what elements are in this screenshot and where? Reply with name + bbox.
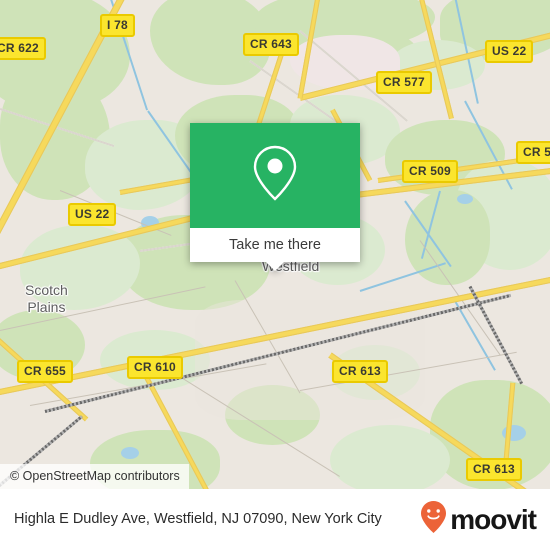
location-popup-card[interactable]: Take me there — [190, 123, 360, 271]
road-shield-cr613-se[interactable]: CR 613 — [466, 458, 522, 481]
road-shield-us22-w[interactable]: US 22 — [68, 203, 117, 226]
map-landuse — [195, 300, 425, 420]
popup-image-placeholder — [190, 123, 360, 228]
take-me-there-button[interactable]: Take me there — [190, 228, 360, 262]
footer-bar: Highla E Dudley Ave, Westfield, NJ 07090… — [0, 489, 550, 550]
place-label-scotch-plains: Scotch Plains — [25, 282, 68, 315]
road-shield-cr509[interactable]: CR 509 — [402, 160, 458, 183]
map-attribution[interactable]: © OpenStreetMap contributors — [0, 464, 189, 489]
road-shield-us22-ne[interactable]: US 22 — [485, 40, 534, 63]
road-shield-cr655[interactable]: CR 655 — [17, 360, 73, 383]
road-shield-cr610[interactable]: CR 610 — [127, 356, 183, 379]
road-shield-cr643[interactable]: CR 643 — [243, 33, 299, 56]
address-label: Highla E Dudley Ave, Westfield, NJ 07090… — [14, 511, 382, 527]
map-lake — [121, 447, 139, 459]
road-shield-cr622[interactable]: CR 622 — [0, 37, 46, 60]
map-pin-icon — [249, 142, 301, 209]
map-canvas[interactable]: Westfield Scotch Plains I 78 CR 622 CR 6… — [0, 0, 550, 489]
moovit-pin-icon — [420, 500, 447, 539]
road-shield-i78[interactable]: I 78 — [100, 14, 135, 37]
map-greenspace — [330, 425, 450, 489]
popup-tail — [266, 262, 284, 271]
road-shield-cr509-east[interactable]: CR 50 — [516, 141, 550, 164]
moovit-wordmark: moovit — [450, 503, 537, 535]
road-shield-cr577[interactable]: CR 577 — [376, 71, 432, 94]
road-shield-cr613[interactable]: CR 613 — [332, 360, 388, 383]
map-screenshot: Westfield Scotch Plains I 78 CR 622 CR 6… — [0, 0, 550, 550]
map-lake — [457, 194, 473, 204]
moovit-logo[interactable]: moovit — [420, 500, 537, 539]
